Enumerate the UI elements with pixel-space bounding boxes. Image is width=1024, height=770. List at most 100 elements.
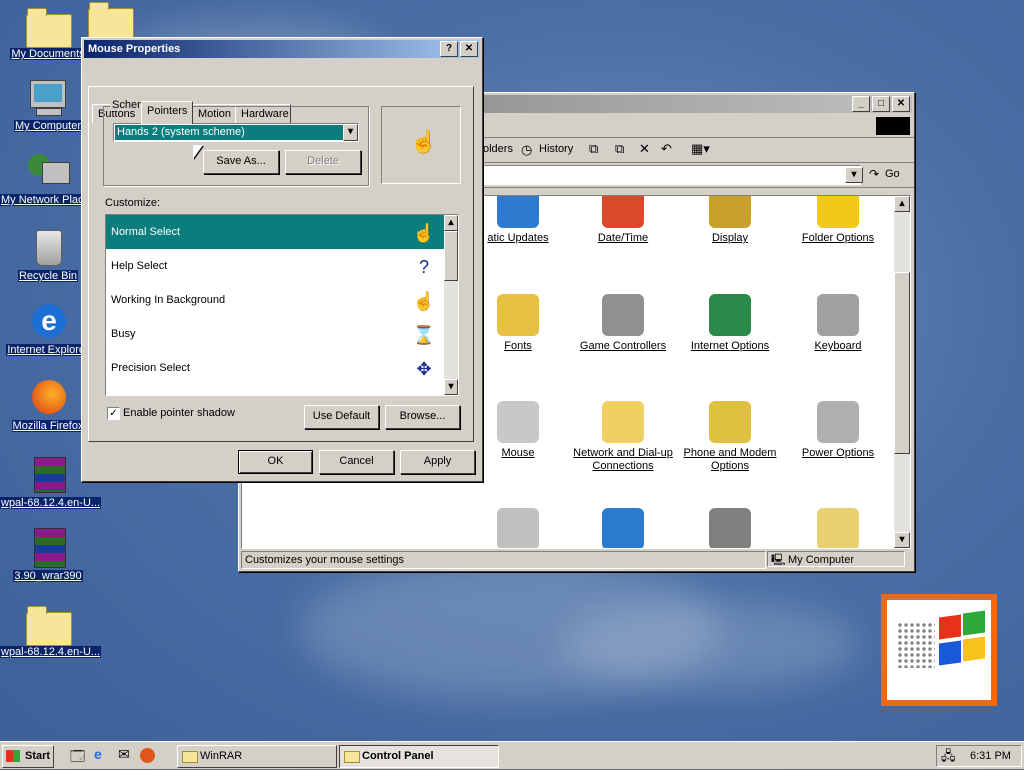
- browse-button[interactable]: Browse...: [385, 405, 460, 429]
- control-panel-item-label: Date/Time: [597, 232, 649, 244]
- control-panel-item[interactable]: Network and Dial-up Connections: [569, 401, 677, 473]
- history-button[interactable]: History: [539, 143, 573, 155]
- scroll-up-icon[interactable]: ▴: [894, 196, 910, 212]
- start-button[interactable]: Start: [2, 745, 54, 768]
- control-panel-item-label: Display: [711, 232, 749, 244]
- pointer-glyph-icon: ☝: [412, 223, 436, 243]
- control-panel-item[interactable]: Scanners and: [676, 508, 784, 548]
- scroll-down-icon[interactable]: ▾: [444, 379, 458, 395]
- network-tray-icon[interactable]: 🖧: [941, 746, 956, 766]
- control-panel-item[interactable]: Game Controllers: [569, 294, 677, 353]
- use-default-button[interactable]: Use Default: [304, 405, 379, 429]
- control-panel-item[interactable]: Display: [676, 196, 784, 245]
- pointer-glyph-icon: ✥: [416, 359, 432, 379]
- windows-flag-icon: [876, 117, 910, 135]
- undo-icon[interactable]: ↶: [661, 141, 672, 157]
- delete-button[interactable]: Delete: [285, 150, 361, 174]
- taskbar-item-control-panel[interactable]: Control Panel: [339, 745, 499, 768]
- cancel-button[interactable]: Cancel: [319, 450, 394, 474]
- outlook-icon[interactable]: ✉: [118, 746, 130, 763]
- move-to-icon[interactable]: ⧉: [589, 141, 598, 157]
- go-button[interactable]: Go: [885, 168, 900, 180]
- ok-button[interactable]: OK: [238, 450, 313, 474]
- views-icon[interactable]: ▦▾: [691, 141, 710, 157]
- control-panel-item-icon: [602, 508, 644, 548]
- scheme-select[interactable]: Hands 2 (system scheme) ▾: [113, 123, 359, 142]
- control-panel-item[interactable]: Power Options: [784, 401, 892, 460]
- windows-logo: [881, 594, 997, 706]
- control-panel-item-icon: [709, 401, 751, 443]
- control-panel-item[interactable]: Scheduled Tasks: [784, 508, 892, 548]
- scroll-up-icon[interactable]: ▴: [444, 215, 458, 231]
- taskbar-item-winrar[interactable]: WinRAR: [177, 745, 337, 768]
- tab-panel: Scheme Hands 2 (system scheme) ▾ Save As…: [88, 86, 474, 442]
- desktop-icon-wrar390[interactable]: 3.90_wrar390: [0, 528, 96, 582]
- windows-flag-icon: [6, 750, 20, 762]
- pointer-row[interactable]: Busy ⌛: [106, 317, 448, 351]
- pointer-list-scrollbar[interactable]: ▴ ▾: [444, 215, 458, 395]
- close-button[interactable]: ✕: [892, 96, 910, 112]
- show-desktop-icon[interactable]: 🗔: [70, 746, 85, 770]
- pointer-glyph-icon: ☝: [412, 291, 436, 311]
- control-panel-item-label: Network and Dial-up Connections: [573, 447, 673, 472]
- control-panel-item-icon: [817, 196, 859, 228]
- network-icon: [26, 152, 70, 192]
- control-panel-item-icon: [709, 508, 751, 548]
- mouse-properties-dialog[interactable]: Mouse Properties ? ✕ Buttons Pointers Moti…: [81, 37, 483, 482]
- vertical-scrollbar[interactable]: ▴ ▾: [894, 196, 910, 548]
- pointer-preview: ☝: [381, 106, 461, 184]
- minimize-button[interactable]: _: [852, 96, 870, 112]
- chevron-down-icon[interactable]: ▾: [343, 124, 358, 141]
- control-panel-item-icon: [817, 294, 859, 336]
- scroll-down-icon[interactable]: ▾: [894, 532, 910, 548]
- status-zone: 🖳 My Computer: [767, 551, 905, 567]
- ie-icon[interactable]: e: [94, 746, 102, 762]
- help-button[interactable]: ?: [440, 41, 458, 57]
- mouse-properties-titlebar[interactable]: Mouse Properties ? ✕: [84, 40, 480, 58]
- control-panel-item-icon: [497, 294, 539, 336]
- control-panel-item-icon: [709, 196, 751, 228]
- delete-icon[interactable]: ✕: [639, 141, 650, 157]
- desktop-icon-wpal-folder[interactable]: wpal-68.12.4.en-U...: [0, 604, 102, 658]
- control-panel-item-label: Game Controllers: [579, 340, 667, 352]
- scroll-thumb[interactable]: [444, 231, 458, 281]
- control-panel-item[interactable]: Date/Time: [569, 196, 677, 245]
- apply-button[interactable]: Apply: [400, 450, 475, 474]
- control-panel-item[interactable]: Folder Options: [784, 196, 892, 245]
- desktop-icon-folder[interactable]: [62, 0, 158, 42]
- ie-icon: e: [26, 302, 70, 342]
- control-panel-item[interactable]: Keyboard: [784, 294, 892, 353]
- scroll-thumb[interactable]: [894, 272, 910, 454]
- control-panel-item-icon: [602, 196, 644, 228]
- status-bar: Customizes your mouse settings 🖳 My Comp…: [241, 551, 909, 569]
- mouse-cursor-icon: [193, 145, 203, 159]
- firefox-icon[interactable]: [140, 748, 155, 763]
- shadow-checkbox[interactable]: ✓: [107, 407, 120, 420]
- control-panel-item-icon: [497, 508, 539, 548]
- control-panel-item[interactable]: Phone and Modem Options: [676, 401, 784, 473]
- pointer-row[interactable]: Precision Select ✥: [106, 351, 448, 385]
- address-dropdown-icon[interactable]: ▾: [845, 167, 863, 183]
- copy-to-icon[interactable]: ⧉: [615, 141, 624, 157]
- pointer-row[interactable]: Working In Background ☝: [106, 283, 448, 317]
- pointer-list[interactable]: Normal Select ☝ Help Select? Working In Bac…: [105, 214, 459, 396]
- control-panel-item-icon: [497, 196, 539, 228]
- control-panel-item[interactable]: Printers: [464, 508, 572, 548]
- control-panel-item-icon: [817, 401, 859, 443]
- control-panel-item[interactable]: Regional Options: [569, 508, 677, 548]
- system-tray: 🖧 6:31 PM: [936, 745, 1022, 767]
- maximize-button[interactable]: □: [872, 96, 890, 112]
- tab-pointers[interactable]: Pointers: [141, 101, 193, 124]
- save-as-button[interactable]: Save As...: [203, 150, 279, 174]
- folder-icon: [26, 604, 72, 646]
- folders-button[interactable]: olders: [483, 143, 513, 155]
- control-panel-item[interactable]: Internet Options: [676, 294, 784, 353]
- control-panel-item-icon: [602, 401, 644, 443]
- pointer-row[interactable]: Normal Select ☝: [106, 215, 448, 249]
- control-panel-icon: [344, 751, 360, 763]
- control-panel-item-label: Power Options: [801, 447, 875, 459]
- pointer-row[interactable]: Help Select?: [106, 249, 448, 283]
- firefox-icon: [26, 378, 70, 418]
- control-panel-item-icon: [602, 294, 644, 336]
- close-button[interactable]: ✕: [460, 41, 478, 57]
